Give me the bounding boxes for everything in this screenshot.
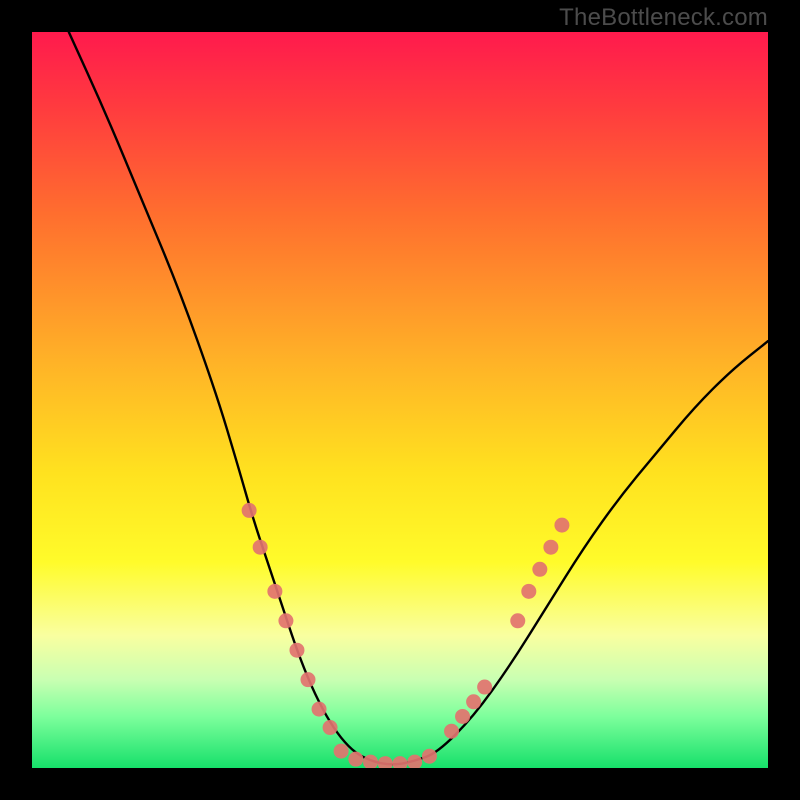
dots-right-branch-dot [554,518,569,533]
dots-right-branch-dot [444,724,459,739]
dots-right-branch-dot [543,540,558,555]
dots-left-branch-dot [323,720,338,735]
watermark-text: TheBottleneck.com [559,4,768,32]
dots-left-branch-dot [242,503,257,518]
dots-valley-dot [407,755,422,768]
dots-valley-dot [348,752,363,767]
dots-valley-dot [393,756,408,768]
dots-right-branch-dot [455,709,470,724]
chart-svg [32,32,768,768]
bottleneck-curve [69,32,768,764]
outer-frame: TheBottleneck.com [0,0,800,800]
dots-right-branch-dot [532,562,547,577]
dots-left-branch-dot [312,702,327,717]
dots-valley-dot [334,744,349,759]
dots-valley-dot [422,749,437,764]
dots-left-branch-dot [267,584,282,599]
plot-area [32,32,768,768]
dots-right-branch-dot [477,680,492,695]
dots-right-branch-dot [510,613,525,628]
dots-left-branch-dot [289,643,304,658]
dots-valley-dot [378,756,393,768]
dots-left-branch-dot [301,672,316,687]
dots-right-branch-dot [466,694,481,709]
dots-left-branch-dot [278,613,293,628]
dots-valley-dot [363,755,378,768]
dots-left-branch-dot [253,540,268,555]
dots-right-branch-dot [521,584,536,599]
